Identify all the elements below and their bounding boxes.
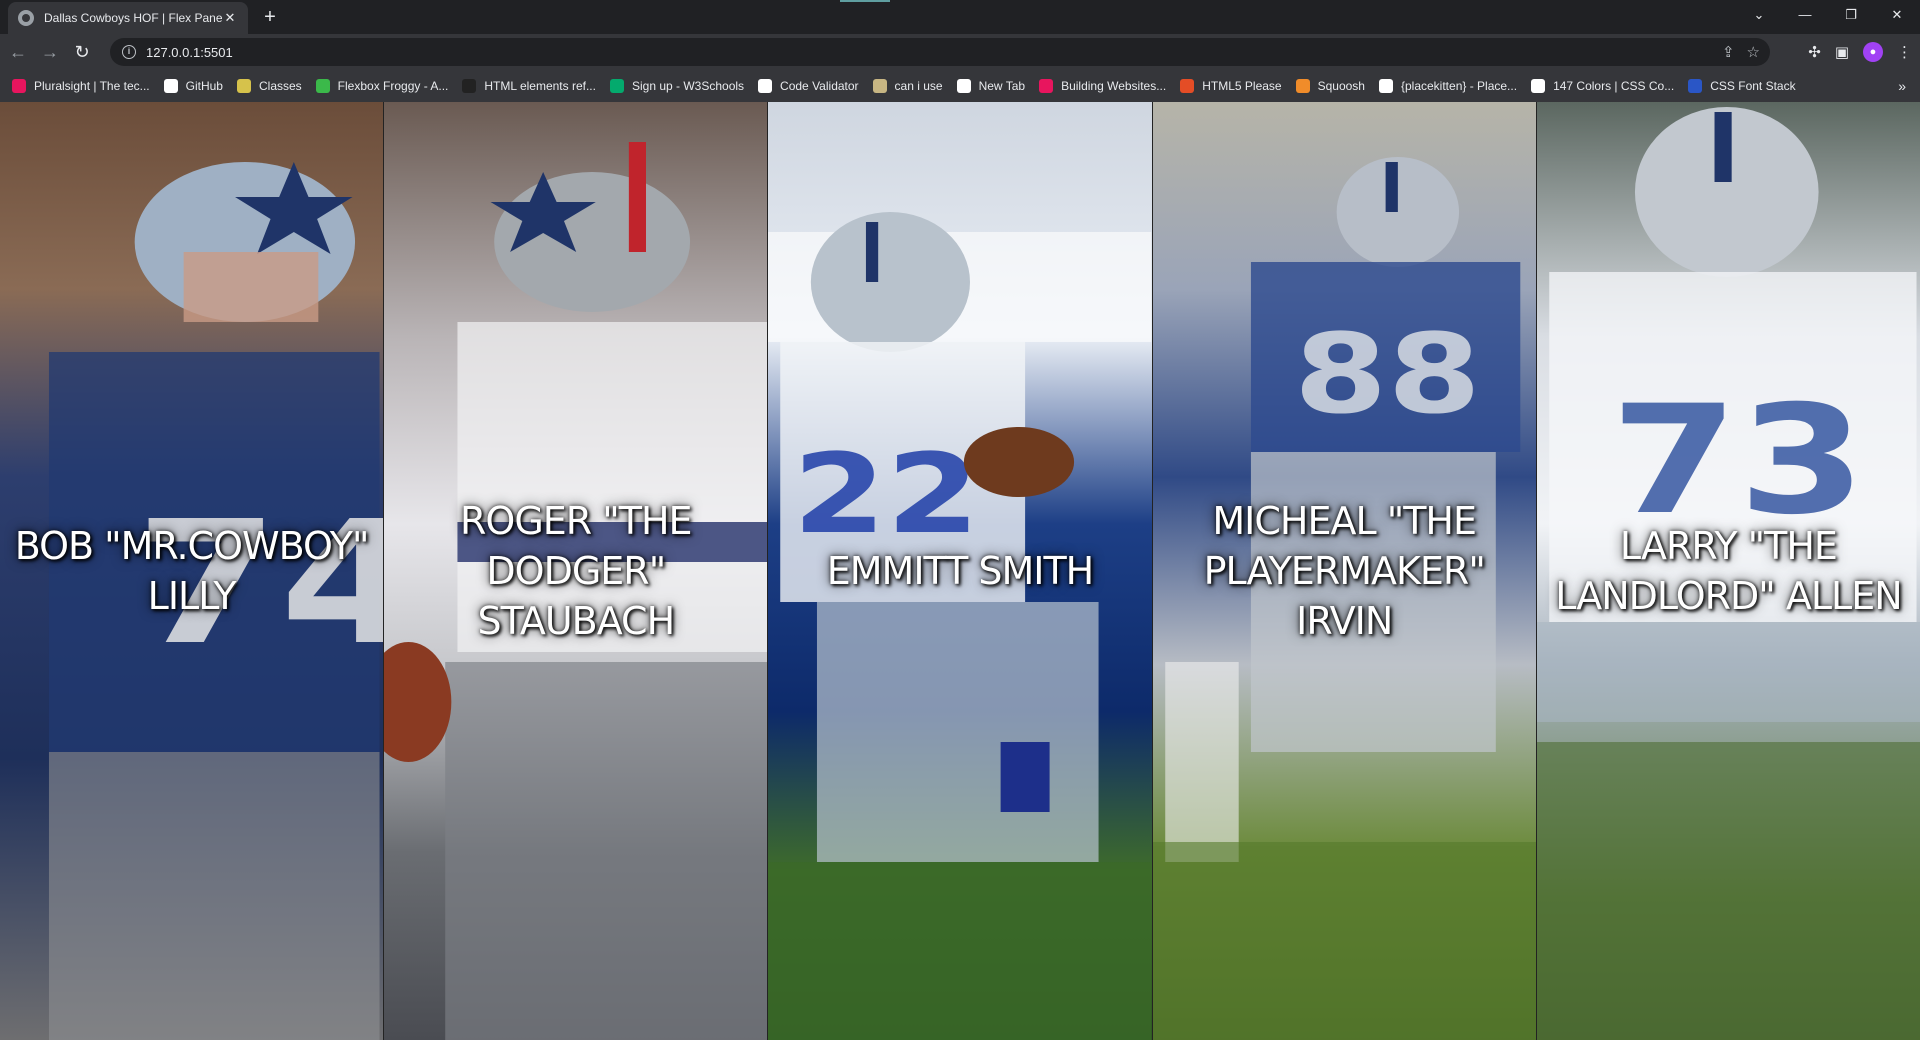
player-name: EMMITT SMITH [826, 549, 1095, 593]
profile-avatar[interactable]: ● [1863, 42, 1883, 62]
share-icon[interactable]: ⇪ [1722, 43, 1735, 61]
bookmark-label: Flexbox Froggy - A... [337, 79, 449, 93]
globe-icon [956, 79, 971, 93]
bookmark-label: Pluralsight | The tec... [34, 79, 150, 93]
mdn-icon [462, 79, 477, 93]
bookmark-label: Classes [258, 79, 302, 93]
bookmark-label: Sign up - W3Schools [631, 79, 745, 93]
bookmark-label: CSS Font Stack [1710, 79, 1796, 93]
bookmark-label: Code Validator [780, 79, 859, 93]
restore-button[interactable]: ❐ [1828, 0, 1874, 30]
globe-icon [18, 10, 34, 26]
bookmark-label: HTML5 Please [1202, 79, 1282, 93]
w3schools-icon [609, 79, 624, 93]
forward-button[interactable]: → [36, 38, 64, 66]
panel-michael-irvin[interactable]: 88 MICHEAL "THE PLAYERMAKER" IRVIN [1152, 102, 1537, 1040]
browser-toolbar: ← → ↻ i 127.0.0.1:5501 ⇪ ☆ ✣ ▣ ● ⋮ [0, 34, 1920, 70]
bookmark-item[interactable]: Code Validator [758, 79, 859, 93]
panel-bob-lilly[interactable]: 74 BOB "MR.COWBOY" LILLY [0, 102, 385, 1040]
reload-button[interactable]: ↻ [68, 38, 96, 66]
bookmark-item[interactable]: Squoosh [1295, 79, 1365, 93]
froggy-icon [315, 79, 330, 93]
bookmark-item[interactable]: HTML5 Please [1180, 79, 1282, 93]
back-button[interactable]: ← [4, 38, 32, 66]
bookmarks-bar: Pluralsight | The tec... GitHub Classes Fle… [0, 70, 1920, 102]
tab-search-indicator [840, 0, 890, 2]
fontstack-icon [1688, 79, 1703, 93]
pluralsight-icon [12, 79, 26, 93]
bookmark-item[interactable]: CSS Font Stack [1688, 79, 1796, 93]
bookmark-item[interactable]: 147 Colors | CSS Co... [1531, 79, 1674, 93]
bookmark-label: HTML elements ref... [484, 79, 596, 93]
bookmark-label: Building Websites... [1061, 79, 1167, 93]
player-name: BOB "MR.COWBOY" LILLY [14, 524, 370, 618]
bookmark-item[interactable]: GitHub [163, 79, 223, 93]
placekitten-icon [1378, 79, 1393, 93]
html5-icon [1180, 79, 1195, 93]
site-info-icon[interactable]: i [122, 45, 136, 59]
github-icon [163, 79, 178, 93]
squoosh-icon [1295, 79, 1310, 93]
side-panel-icon[interactable]: ▣ [1835, 43, 1849, 61]
browser-tab-strip: Dallas Cowboys HOF | Flex Panel ✕ + ⌄ — … [0, 0, 1920, 34]
pluralsight-icon [1039, 79, 1054, 93]
bookmark-item[interactable]: New Tab [956, 79, 1026, 93]
player-name: LARRY "THE LANDLORD" ALLEN [1555, 524, 1902, 618]
window-controls: ⌄ — ❐ ✕ [1736, 0, 1920, 30]
browser-tab[interactable]: Dallas Cowboys HOF | Flex Panel ✕ [8, 2, 248, 34]
chevron-down-icon[interactable]: ⌄ [1736, 0, 1782, 30]
address-bar[interactable]: i 127.0.0.1:5501 ⇪ ☆ [110, 38, 1770, 66]
caniuse-icon [872, 79, 887, 93]
bookmark-item[interactable]: Flexbox Froggy - A... [315, 79, 449, 93]
menu-icon[interactable]: ⋮ [1897, 43, 1912, 61]
bookmark-star-icon[interactable]: ☆ [1747, 43, 1760, 61]
close-window-button[interactable]: ✕ [1874, 0, 1920, 30]
panel-roger-staubach[interactable]: ROGER "THE DODGER" STAUBACH [384, 102, 769, 1040]
bookmarks-overflow-icon[interactable]: » [1898, 78, 1906, 94]
bookmark-item[interactable]: Sign up - W3Schools [609, 79, 745, 93]
bookmark-item[interactable]: {placekitten} - Place... [1378, 79, 1518, 93]
player-name: MICHEAL "THE PLAYERMAKER" IRVIN [1203, 499, 1486, 643]
bookmark-label: {placekitten} - Place... [1400, 79, 1518, 93]
extensions-icon[interactable]: ✣ [1808, 43, 1821, 61]
classes-icon [236, 79, 251, 93]
bookmark-item[interactable]: can i use [872, 79, 943, 93]
bookmark-label: GitHub [185, 79, 223, 93]
globe-icon [1531, 79, 1546, 93]
bookmark-label: New Tab [978, 79, 1026, 93]
close-tab-icon[interactable]: ✕ [222, 10, 238, 26]
bookmark-item[interactable]: Classes [236, 79, 302, 93]
panel-emmitt-smith[interactable]: 22 EMMITT SMITH [768, 102, 1153, 1040]
url-text: 127.0.0.1:5501 [146, 44, 233, 60]
bookmark-label: can i use [894, 79, 943, 93]
bookmark-label: Squoosh [1317, 79, 1365, 93]
new-tab-button[interactable]: + [258, 6, 282, 30]
player-name: ROGER "THE DODGER" STAUBACH [460, 499, 693, 643]
bookmark-item[interactable]: Pluralsight | The tec... [12, 79, 150, 93]
w3c-icon [758, 79, 773, 93]
bookmark-item[interactable]: HTML elements ref... [462, 79, 596, 93]
bookmark-item[interactable]: Building Websites... [1039, 79, 1166, 93]
tab-title: Dallas Cowboys HOF | Flex Panel [44, 11, 222, 25]
bookmark-label: 147 Colors | CSS Co... [1553, 79, 1675, 93]
panel-larry-allen[interactable]: 73 LARRY "THE LANDLORD" ALLEN [1536, 102, 1920, 1040]
minimize-button[interactable]: — [1782, 0, 1828, 30]
page-viewport: 74 BOB "MR.COWBOY" LILLY ROGER "THE DODG… [0, 102, 1920, 1040]
